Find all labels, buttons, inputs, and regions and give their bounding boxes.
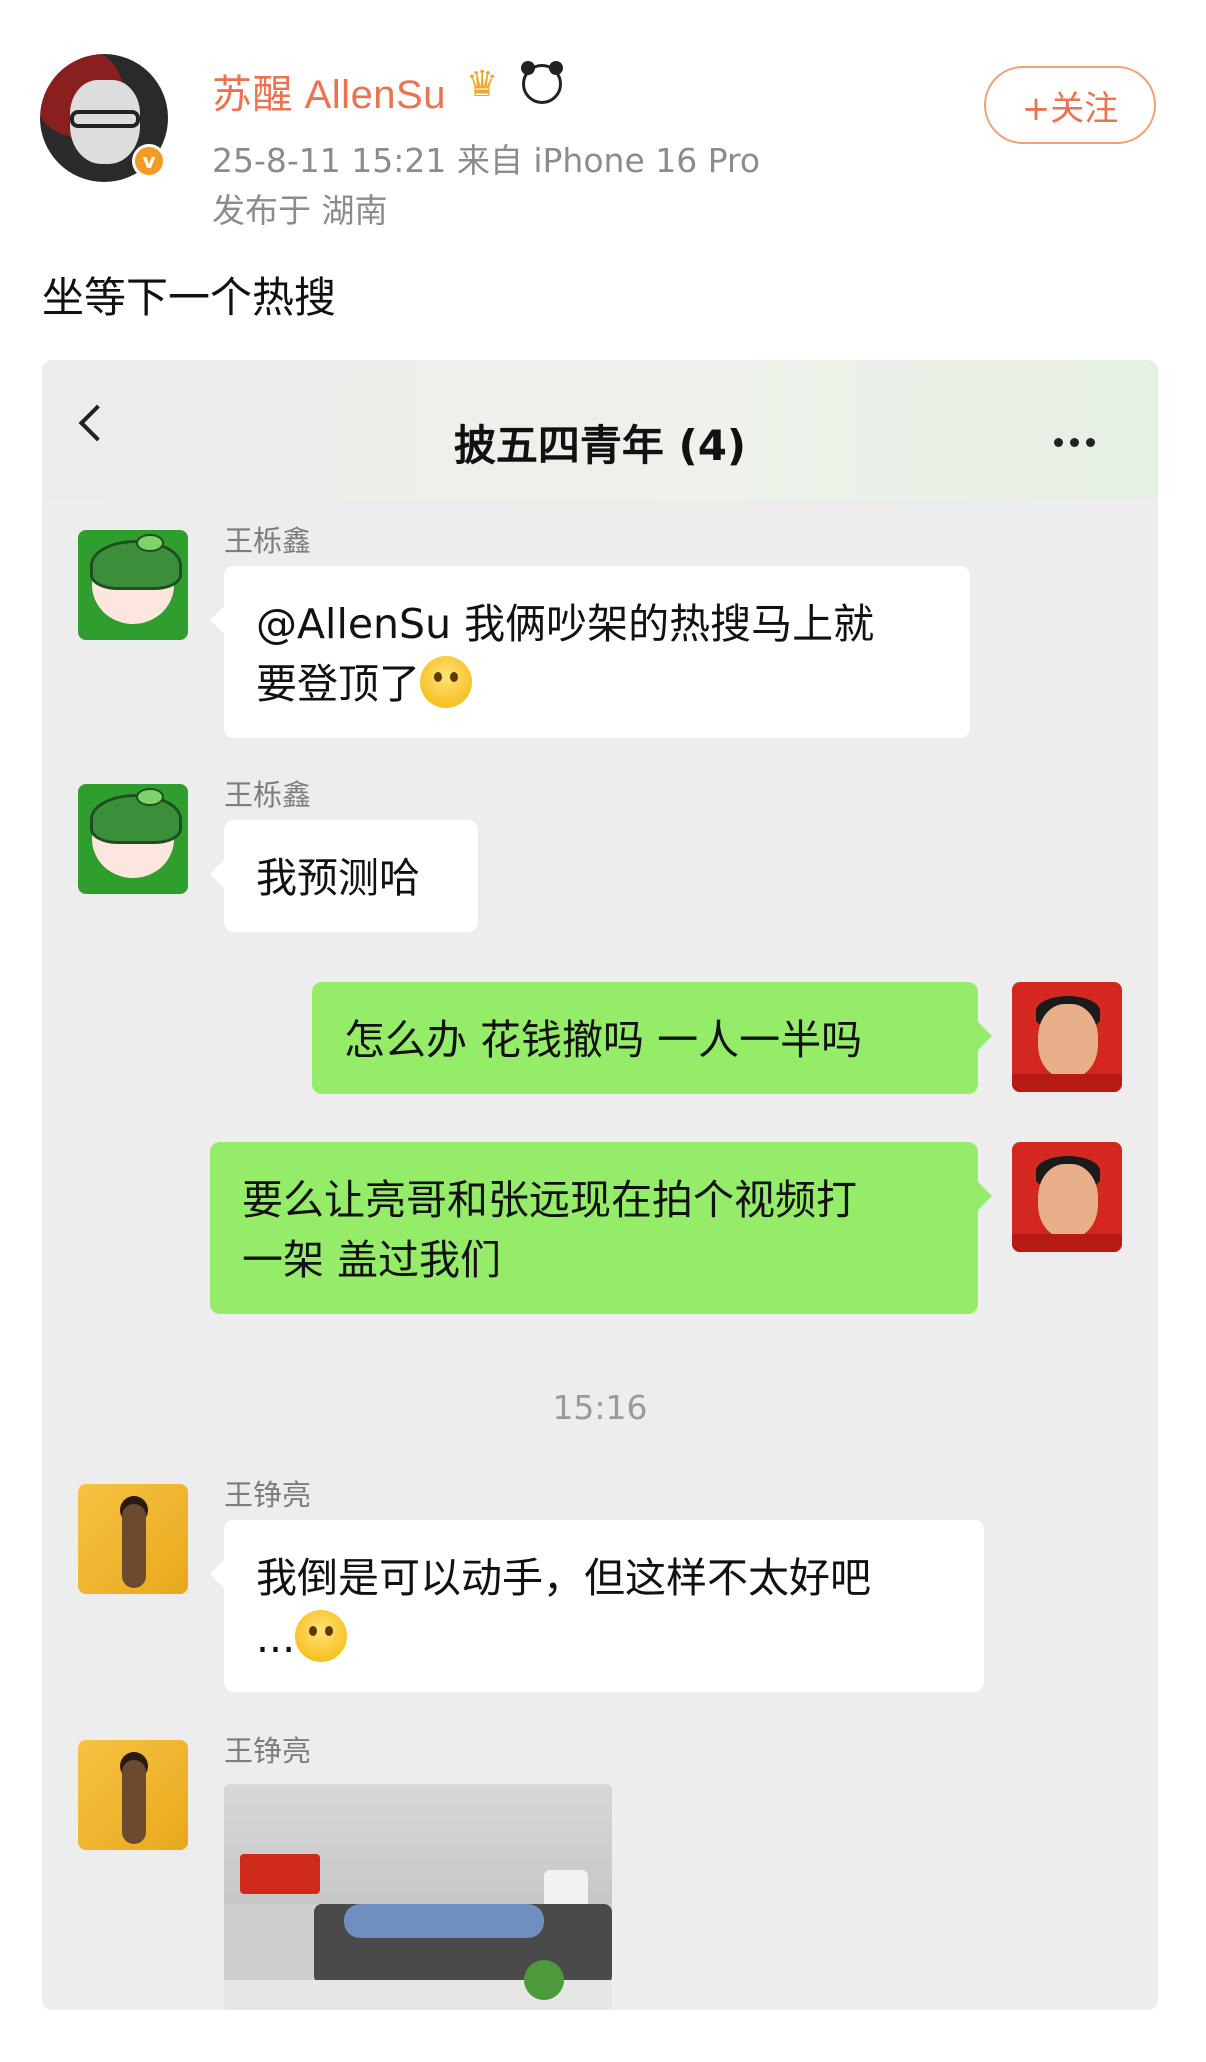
leaf-icon bbox=[136, 534, 164, 552]
message-bubble[interactable]: 我预测哈 bbox=[210, 820, 478, 932]
photo-red-object bbox=[240, 1854, 320, 1894]
message-image[interactable] bbox=[224, 1784, 612, 2010]
message-bubble[interactable]: 我倒是可以动手，但这样不太好吧 ... bbox=[210, 1520, 984, 1692]
post-text: 坐等下一个热搜 bbox=[42, 273, 337, 322]
avatar-self[interactable] bbox=[1012, 982, 1122, 1092]
avatar-figure bbox=[122, 1760, 146, 1844]
message-text: 怎么办 花钱撤吗 一人一半吗 bbox=[344, 1016, 863, 1064]
post-location: 发布于 湖南 bbox=[212, 191, 388, 230]
post-meta: 25-8-11 15:21 来自 iPhone 16 Pro bbox=[212, 141, 761, 180]
message-text: 我预测哈 bbox=[256, 854, 420, 902]
avatar-hair bbox=[90, 540, 182, 590]
leaf-icon bbox=[136, 788, 164, 806]
avatar-hair bbox=[90, 794, 182, 844]
awkward-emoji-icon bbox=[295, 1610, 348, 1662]
photo-person bbox=[344, 1904, 544, 1938]
sender-name: 王铮亮 bbox=[224, 1734, 312, 1768]
chat-header: 披五四青年 (4) bbox=[42, 360, 1158, 500]
author-name[interactable]: 苏醒 AllenSu bbox=[212, 62, 446, 120]
message-bubble-self[interactable]: 怎么办 花钱撤吗 一人一半吗 bbox=[312, 982, 992, 1094]
avatar-face bbox=[1038, 1004, 1098, 1078]
message-bubble-self[interactable]: 要么让亮哥和张远现在拍个视频打 一架 盖过我们 bbox=[210, 1142, 992, 1314]
chat-timestamp: 15:16 bbox=[552, 1388, 648, 1427]
avatar-shirt bbox=[1012, 1234, 1122, 1252]
avatar-glasses bbox=[70, 110, 140, 128]
message-text-line: 一架 盖过我们 bbox=[242, 1236, 502, 1284]
avatar-face bbox=[1038, 1164, 1098, 1238]
message-text-line: 要登顶了 bbox=[256, 654, 938, 714]
photo-plant bbox=[524, 1960, 564, 2000]
sender-name: 王栎鑫 bbox=[224, 778, 312, 812]
avatar-wangzhengliang[interactable] bbox=[78, 1740, 188, 1850]
avatar-figure bbox=[122, 1504, 146, 1588]
sender-name: 王栎鑫 bbox=[224, 524, 312, 558]
chat-title: 披五四青年 (4) bbox=[453, 421, 747, 470]
avatar-wanglixin[interactable] bbox=[78, 530, 188, 640]
message-text-line: 我倒是可以动手，但这样不太好吧 bbox=[256, 1554, 871, 1602]
avatar-self[interactable] bbox=[1012, 1142, 1122, 1252]
smile-emoji-icon bbox=[420, 656, 472, 708]
chat-screenshot[interactable]: 披五四青年 (4) 王栎鑫 @AllenSu 我俩吵架的热搜马上就 要登顶了 王… bbox=[42, 360, 1158, 2010]
message-text-line: ... bbox=[256, 1608, 952, 1668]
avatar-shirt bbox=[1012, 1074, 1122, 1092]
avatar-wanglixin[interactable] bbox=[78, 784, 188, 894]
crown-icon: ♛ bbox=[466, 64, 499, 105]
message-text-line: @AllenSu 我俩吵架的热搜马上就 bbox=[256, 600, 875, 648]
sender-name: 王铮亮 bbox=[224, 1478, 312, 1512]
follow-button[interactable]: +关注 bbox=[984, 66, 1156, 144]
message-text-line: 要么让亮哥和张远现在拍个视频打 bbox=[242, 1176, 857, 1224]
avatar-wangzhengliang[interactable] bbox=[78, 1484, 188, 1594]
verified-badge-icon: v bbox=[132, 144, 166, 178]
more-icon[interactable] bbox=[1054, 432, 1102, 451]
message-bubble[interactable]: @AllenSu 我俩吵架的热搜马上就 要登顶了 bbox=[210, 566, 970, 738]
panda-icon bbox=[521, 61, 563, 104]
